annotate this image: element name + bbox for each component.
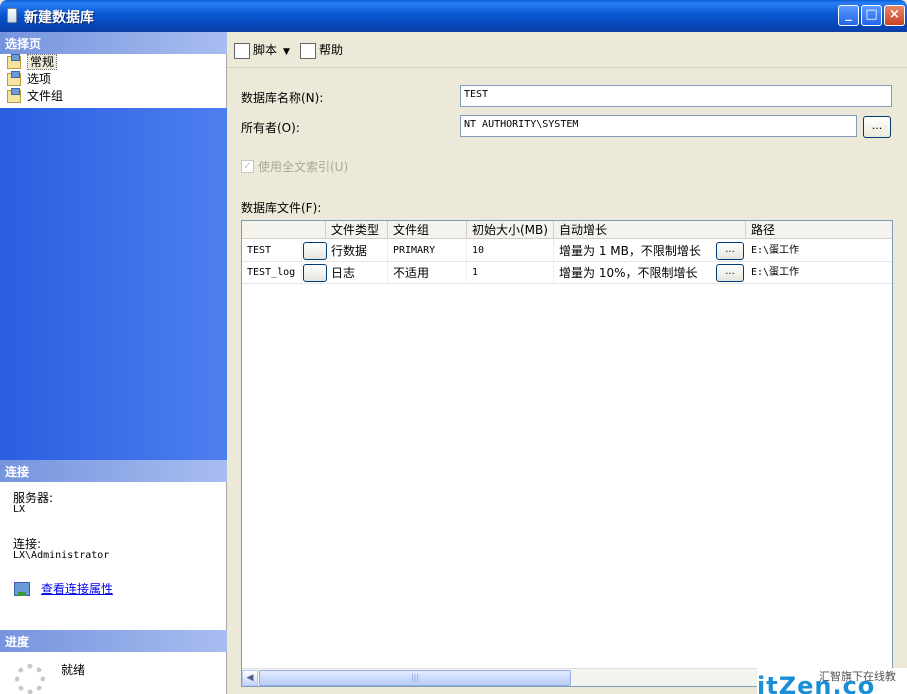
table-row[interactable]: TEST 行数据 PRIMARY 10 增量为 1 MB，不限制增长 ... E… [242,240,892,262]
progress-status: 就绪 [61,663,86,677]
col-header-file-type[interactable]: 文件类型 [326,221,388,239]
logical-name-cell[interactable]: TEST [242,240,302,262]
col-header-filegroup[interactable]: 文件组 [388,221,467,239]
page-item-filegroups[interactable]: 文件组 [0,88,227,105]
page-icon [7,71,21,86]
path-cell[interactable]: E:\蛋工作 [746,240,892,262]
autogrowth-cell: 增量为 10%，不限制增长 [559,266,698,280]
owner-label: 所有者(O): [241,121,300,135]
pages-header: 选择页 [0,32,227,54]
database-icon [7,8,17,23]
grid-header: 文件类型 文件组 初始大小(MB) 自动增长 路径 [242,221,892,239]
page-item-options[interactable]: 选项 [0,71,227,88]
left-pane: 选择页 常规 选项 文件组 连接 服务器: LX 连接: LX\Administ… [0,32,227,694]
db-name-label: 数据库名称(N): [241,91,324,105]
autogrowth-edit-button[interactable]: ... [716,242,744,260]
progress-header: 进度 [0,630,227,652]
fulltext-label: 使用全文索引(U) [258,160,349,174]
general-page-content: 数据库名称(N): TEST 所有者(O): NT AUTHORITY\SYST… [228,69,907,694]
server-value: LX [13,504,26,515]
help-button[interactable]: 帮助 [300,40,343,60]
progress-spinner-icon [15,664,45,694]
path-cell[interactable]: E:\蛋工作 [746,262,892,284]
connection-value: LX\Administrator [13,550,110,561]
db-name-input[interactable]: TEST [460,85,892,107]
col-header-autogrowth[interactable]: 自动增长 [554,221,746,239]
dropdown-arrow-icon[interactable]: ▼ [283,47,290,57]
page-item-general[interactable]: 常规 [0,54,227,71]
script-icon [234,42,250,59]
page-list: 常规 选项 文件组 [0,54,227,105]
page-icon [7,54,21,69]
page-icon [7,88,21,103]
owner-input[interactable]: NT AUTHORITY\SYSTEM [460,115,857,137]
fulltext-checkbox[interactable]: ✓ [241,160,254,173]
col-header-logical-name[interactable] [242,221,326,239]
toolbar: 脚本 ▼ 帮助 [228,32,907,68]
logical-name-cell-button[interactable] [303,264,327,282]
watermark-tagline: 汇智旗下在线教 [819,670,896,683]
table-row[interactable]: TEST_log 日志 不适用 1 增量为 10%，不限制增长 ... E:\蛋… [242,262,892,284]
db-files-label: 数据库文件(F): [241,201,322,215]
pages-background [0,108,227,460]
autogrowth-edit-button[interactable]: ... [716,264,744,282]
connection-header: 连接 [0,460,227,482]
window-title: 新建数据库 [24,10,94,26]
db-files-grid: 文件类型 文件组 初始大小(MB) 自动增长 路径 TEST 行数据 PRIMA… [241,220,893,687]
script-button[interactable]: 脚本 ▼ [234,40,290,60]
col-header-initial-size[interactable]: 初始大小(MB) [467,221,554,239]
scroll-left-arrow-icon[interactable]: ◀ [242,670,258,686]
logical-name-cell[interactable]: TEST_log [242,262,302,284]
file-type-cell[interactable]: 行数据 [326,240,388,262]
file-type-cell[interactable]: 日志 [326,262,388,284]
close-button[interactable]: × [884,5,905,26]
col-header-path[interactable]: 路径 [746,221,892,239]
autogrowth-cell: 增量为 1 MB，不限制增长 [559,244,701,258]
initial-size-cell[interactable]: 10 [467,240,554,262]
logical-name-cell-button[interactable] [303,242,327,260]
maximize-button[interactable]: □ [861,5,882,26]
title-bar: 新建数据库 _ □ × [0,0,907,32]
filegroup-cell[interactable]: PRIMARY [388,240,467,262]
initial-size-cell[interactable]: 1 [467,262,554,284]
scroll-thumb[interactable]: ||| [259,670,571,686]
filegroup-cell[interactable]: 不适用 [388,262,467,284]
connection-properties-icon [14,582,30,596]
owner-browse-button[interactable]: ... [863,116,891,138]
minimize-button[interactable]: _ [838,5,859,26]
view-connection-properties-link[interactable]: 查看连接属性 [41,580,113,597]
help-icon [300,42,316,59]
watermark-logo: itZen.co 汇智旗下在线教 [757,668,907,694]
